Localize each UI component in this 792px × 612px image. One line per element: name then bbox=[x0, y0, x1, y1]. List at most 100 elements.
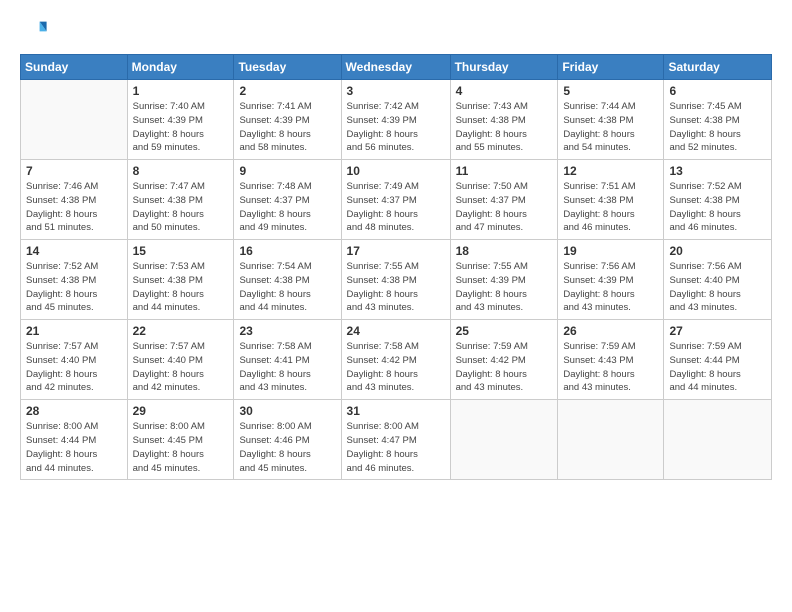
week-row-5: 28 Sunrise: 8:00 AMSunset: 4:44 PMDayligh… bbox=[21, 400, 772, 480]
day-info: Sunrise: 8:00 AMSunset: 4:46 PMDaylight:… bbox=[239, 420, 335, 475]
day-cell: 22 Sunrise: 7:57 AMSunset: 4:40 PMDayligh… bbox=[127, 320, 234, 400]
day-info: Sunrise: 7:55 AMSunset: 4:39 PMDaylight:… bbox=[456, 260, 553, 315]
day-cell: 18 Sunrise: 7:55 AMSunset: 4:39 PMDayligh… bbox=[450, 240, 558, 320]
day-number: 15 bbox=[133, 244, 229, 258]
col-header-friday: Friday bbox=[558, 55, 664, 80]
day-cell: 16 Sunrise: 7:54 AMSunset: 4:38 PMDayligh… bbox=[234, 240, 341, 320]
day-number: 27 bbox=[669, 324, 766, 338]
day-info: Sunrise: 7:44 AMSunset: 4:38 PMDaylight:… bbox=[563, 100, 658, 155]
day-info: Sunrise: 7:40 AMSunset: 4:39 PMDaylight:… bbox=[133, 100, 229, 155]
day-number: 29 bbox=[133, 404, 229, 418]
day-info: Sunrise: 7:56 AMSunset: 4:39 PMDaylight:… bbox=[563, 260, 658, 315]
day-number: 2 bbox=[239, 84, 335, 98]
day-cell: 11 Sunrise: 7:50 AMSunset: 4:37 PMDayligh… bbox=[450, 160, 558, 240]
day-number: 23 bbox=[239, 324, 335, 338]
day-cell: 20 Sunrise: 7:56 AMSunset: 4:40 PMDayligh… bbox=[664, 240, 772, 320]
day-number: 28 bbox=[26, 404, 122, 418]
day-cell: 14Sunrise: 7:52 AMSunset: 4:38 PMDayligh… bbox=[21, 240, 128, 320]
day-cell: 5 Sunrise: 7:44 AMSunset: 4:38 PMDaylight… bbox=[558, 80, 664, 160]
day-info: Sunrise: 7:57 AMSunset: 4:40 PMDaylight:… bbox=[26, 340, 122, 395]
week-row-2: 7 Sunrise: 7:46 AMSunset: 4:38 PMDaylight… bbox=[21, 160, 772, 240]
day-number: 13 bbox=[669, 164, 766, 178]
day-info: Sunrise: 7:46 AMSunset: 4:38 PMDaylight:… bbox=[26, 180, 122, 235]
day-cell: 28 Sunrise: 8:00 AMSunset: 4:44 PMDayligh… bbox=[21, 400, 128, 480]
logo-icon bbox=[20, 16, 48, 44]
day-cell: 31Sunrise: 8:00 AMSunset: 4:47 PMDayligh… bbox=[341, 400, 450, 480]
day-cell: 26Sunrise: 7:59 AMSunset: 4:43 PMDayligh… bbox=[558, 320, 664, 400]
week-row-4: 21 Sunrise: 7:57 AMSunset: 4:40 PMDayligh… bbox=[21, 320, 772, 400]
day-cell: 15 Sunrise: 7:53 AMSunset: 4:38 PMDayligh… bbox=[127, 240, 234, 320]
col-header-monday: Monday bbox=[127, 55, 234, 80]
week-row-1: 1 Sunrise: 7:40 AMSunset: 4:39 PMDaylight… bbox=[21, 80, 772, 160]
day-cell bbox=[558, 400, 664, 480]
day-cell: 7 Sunrise: 7:46 AMSunset: 4:38 PMDaylight… bbox=[21, 160, 128, 240]
day-cell: 19 Sunrise: 7:56 AMSunset: 4:39 PMDayligh… bbox=[558, 240, 664, 320]
day-number: 31 bbox=[347, 404, 445, 418]
day-number: 19 bbox=[563, 244, 658, 258]
col-header-thursday: Thursday bbox=[450, 55, 558, 80]
day-cell: 24 Sunrise: 7:58 AMSunset: 4:42 PMDayligh… bbox=[341, 320, 450, 400]
day-cell: 3 Sunrise: 7:42 AMSunset: 4:39 PMDaylight… bbox=[341, 80, 450, 160]
day-info: Sunrise: 7:51 AMSunset: 4:38 PMDaylight:… bbox=[563, 180, 658, 235]
header-row: SundayMondayTuesdayWednesdayThursdayFrid… bbox=[21, 55, 772, 80]
col-header-wednesday: Wednesday bbox=[341, 55, 450, 80]
day-info: Sunrise: 7:45 AMSunset: 4:38 PMDaylight:… bbox=[669, 100, 766, 155]
day-info: Sunrise: 7:55 AMSunset: 4:38 PMDaylight:… bbox=[347, 260, 445, 315]
day-number: 20 bbox=[669, 244, 766, 258]
day-info: Sunrise: 7:54 AMSunset: 4:38 PMDaylight:… bbox=[239, 260, 335, 315]
header bbox=[20, 16, 772, 44]
day-number: 10 bbox=[347, 164, 445, 178]
day-cell: 25Sunrise: 7:59 AMSunset: 4:42 PMDayligh… bbox=[450, 320, 558, 400]
day-cell: 1 Sunrise: 7:40 AMSunset: 4:39 PMDaylight… bbox=[127, 80, 234, 160]
day-info: Sunrise: 7:41 AMSunset: 4:39 PMDaylight:… bbox=[239, 100, 335, 155]
col-header-tuesday: Tuesday bbox=[234, 55, 341, 80]
day-number: 21 bbox=[26, 324, 122, 338]
day-number: 24 bbox=[347, 324, 445, 338]
day-cell: 13Sunrise: 7:52 AMSunset: 4:38 PMDayligh… bbox=[664, 160, 772, 240]
day-number: 18 bbox=[456, 244, 553, 258]
day-cell: 27Sunrise: 7:59 AMSunset: 4:44 PMDayligh… bbox=[664, 320, 772, 400]
day-cell: 4Sunrise: 7:43 AMSunset: 4:38 PMDaylight… bbox=[450, 80, 558, 160]
day-cell: 8 Sunrise: 7:47 AMSunset: 4:38 PMDaylight… bbox=[127, 160, 234, 240]
day-info: Sunrise: 7:59 AMSunset: 4:43 PMDaylight:… bbox=[563, 340, 658, 395]
calendar-table: SundayMondayTuesdayWednesdayThursdayFrid… bbox=[20, 54, 772, 480]
day-info: Sunrise: 7:43 AMSunset: 4:38 PMDaylight:… bbox=[456, 100, 553, 155]
day-number: 22 bbox=[133, 324, 229, 338]
day-number: 1 bbox=[133, 84, 229, 98]
day-info: Sunrise: 7:47 AMSunset: 4:38 PMDaylight:… bbox=[133, 180, 229, 235]
day-info: Sunrise: 7:58 AMSunset: 4:42 PMDaylight:… bbox=[347, 340, 445, 395]
day-info: Sunrise: 8:00 AMSunset: 4:45 PMDaylight:… bbox=[133, 420, 229, 475]
day-info: Sunrise: 7:53 AMSunset: 4:38 PMDaylight:… bbox=[133, 260, 229, 315]
day-number: 8 bbox=[133, 164, 229, 178]
day-number: 11 bbox=[456, 164, 553, 178]
day-cell: 12 Sunrise: 7:51 AMSunset: 4:38 PMDayligh… bbox=[558, 160, 664, 240]
day-info: Sunrise: 7:57 AMSunset: 4:40 PMDaylight:… bbox=[133, 340, 229, 395]
day-info: Sunrise: 7:50 AMSunset: 4:37 PMDaylight:… bbox=[456, 180, 553, 235]
day-cell: 6Sunrise: 7:45 AMSunset: 4:38 PMDaylight… bbox=[664, 80, 772, 160]
col-header-sunday: Sunday bbox=[21, 55, 128, 80]
day-info: Sunrise: 7:48 AMSunset: 4:37 PMDaylight:… bbox=[239, 180, 335, 235]
week-row-3: 14Sunrise: 7:52 AMSunset: 4:38 PMDayligh… bbox=[21, 240, 772, 320]
day-info: Sunrise: 7:49 AMSunset: 4:37 PMDaylight:… bbox=[347, 180, 445, 235]
day-number: 3 bbox=[347, 84, 445, 98]
day-number: 12 bbox=[563, 164, 658, 178]
day-number: 9 bbox=[239, 164, 335, 178]
day-cell: 23Sunrise: 7:58 AMSunset: 4:41 PMDayligh… bbox=[234, 320, 341, 400]
day-info: Sunrise: 7:56 AMSunset: 4:40 PMDaylight:… bbox=[669, 260, 766, 315]
day-info: Sunrise: 7:52 AMSunset: 4:38 PMDaylight:… bbox=[26, 260, 122, 315]
day-cell bbox=[21, 80, 128, 160]
day-number: 17 bbox=[347, 244, 445, 258]
day-info: Sunrise: 7:42 AMSunset: 4:39 PMDaylight:… bbox=[347, 100, 445, 155]
day-number: 16 bbox=[239, 244, 335, 258]
day-number: 7 bbox=[26, 164, 122, 178]
day-cell bbox=[664, 400, 772, 480]
col-header-saturday: Saturday bbox=[664, 55, 772, 80]
day-cell bbox=[450, 400, 558, 480]
day-info: Sunrise: 7:59 AMSunset: 4:42 PMDaylight:… bbox=[456, 340, 553, 395]
day-number: 30 bbox=[239, 404, 335, 418]
day-cell: 17 Sunrise: 7:55 AMSunset: 4:38 PMDayligh… bbox=[341, 240, 450, 320]
day-number: 5 bbox=[563, 84, 658, 98]
day-cell: 9 Sunrise: 7:48 AMSunset: 4:37 PMDaylight… bbox=[234, 160, 341, 240]
day-info: Sunrise: 8:00 AMSunset: 4:44 PMDaylight:… bbox=[26, 420, 122, 475]
day-cell: 10 Sunrise: 7:49 AMSunset: 4:37 PMDayligh… bbox=[341, 160, 450, 240]
